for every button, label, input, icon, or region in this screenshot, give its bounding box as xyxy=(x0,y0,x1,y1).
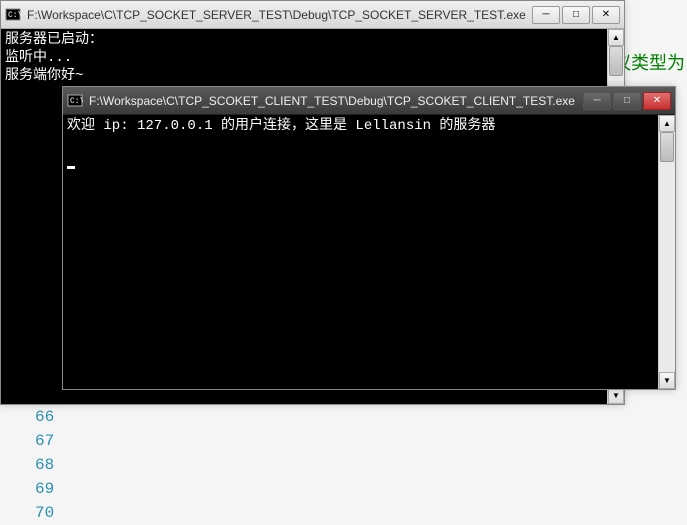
close-button[interactable]: ✕ xyxy=(643,92,671,110)
minimize-button[interactable]: ─ xyxy=(532,6,560,24)
client-titlebar[interactable]: C:\ F:\Workspace\C\TCP_SCOKET_CLIENT_TES… xyxy=(63,87,675,115)
line-number: 69 xyxy=(35,477,54,501)
scroll-thumb[interactable] xyxy=(660,132,674,162)
minimize-button[interactable]: ─ xyxy=(583,92,611,110)
scroll-up-button[interactable]: ▲ xyxy=(608,29,624,46)
maximize-button[interactable]: □ xyxy=(562,6,590,24)
client-console-content[interactable]: 欢迎 ip: 127.0.0.1 的用户连接，这里是 Lellansin 的服务… xyxy=(63,115,658,389)
close-button[interactable]: ✕ xyxy=(592,6,620,24)
line-number: 67 xyxy=(35,429,54,453)
maximize-button[interactable]: □ xyxy=(613,92,641,110)
console-icon: C:\ xyxy=(67,93,83,109)
scroll-thumb[interactable] xyxy=(609,46,623,76)
scroll-track[interactable] xyxy=(659,132,675,372)
console-icon: C:\ xyxy=(5,7,21,23)
scroll-up-button[interactable]: ▲ xyxy=(659,115,675,132)
svg-text:C:\: C:\ xyxy=(8,11,21,20)
client-window-buttons: ─ □ ✕ xyxy=(583,92,671,110)
client-console-window: C:\ F:\Workspace\C\TCP_SCOKET_CLIENT_TES… xyxy=(62,86,676,390)
text-cursor xyxy=(67,166,75,169)
scroll-down-button[interactable]: ▼ xyxy=(659,372,675,389)
server-window-buttons: ─ □ ✕ xyxy=(532,6,620,24)
server-titlebar[interactable]: C:\ F:\Workspace\C\TCP_SOCKET_SERVER_TES… xyxy=(1,1,624,29)
editor-line-numbers: 66 67 68 69 70 xyxy=(35,405,54,525)
server-title-text: F:\Workspace\C\TCP_SOCKET_SERVER_TEST\De… xyxy=(27,8,532,22)
line-number: 68 xyxy=(35,453,54,477)
client-scrollbar: ▲ ▼ xyxy=(658,115,675,389)
line-number: 66 xyxy=(35,405,54,429)
svg-text:C:\: C:\ xyxy=(70,97,83,106)
client-console-body: 欢迎 ip: 127.0.0.1 的用户连接，这里是 Lellansin 的服务… xyxy=(63,115,675,389)
line-number: 70 xyxy=(35,501,54,525)
client-title-text: F:\Workspace\C\TCP_SCOKET_CLIENT_TEST\De… xyxy=(89,94,583,108)
